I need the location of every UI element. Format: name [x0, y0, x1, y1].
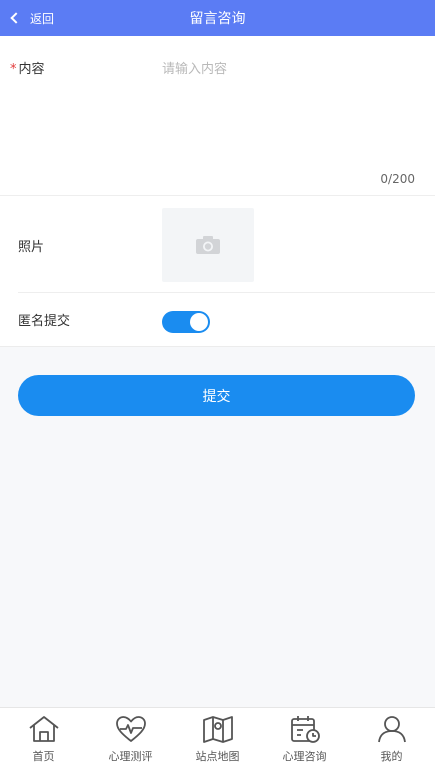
calendar-clock-icon: [288, 714, 322, 744]
tab-counseling[interactable]: 心理咨询: [261, 708, 348, 770]
tab-assessment[interactable]: 心理测评: [87, 708, 174, 770]
chevron-left-icon: [10, 12, 22, 24]
tab-label: 首页: [32, 750, 55, 763]
bottom-tab-bar: 首页 心理测评 站点地图 心理咨询 我的: [0, 707, 435, 770]
anonymous-row: 匿名提交: [0, 292, 435, 346]
anonymous-label: 匿名提交: [18, 314, 71, 329]
map-icon: [201, 714, 235, 744]
anonymous-toggle[interactable]: [162, 311, 210, 333]
form-panel: *内容 0/200 照片 匿名提交: [0, 36, 435, 346]
tab-label: 心理咨询: [282, 750, 327, 763]
content-textarea[interactable]: [160, 56, 420, 161]
photo-row: 照片: [0, 196, 435, 292]
tab-label: 站点地图: [195, 750, 240, 763]
content-row: *内容 0/200: [0, 36, 435, 196]
heart-pulse-icon: [114, 714, 148, 744]
tab-label: 我的: [380, 750, 403, 763]
content-label: 内容: [18, 62, 45, 77]
top-nav-bar: 返回 留言咨询: [0, 0, 435, 36]
tab-label: 心理测评: [108, 750, 153, 763]
back-label: 返回: [30, 11, 55, 26]
submit-button[interactable]: 提交: [18, 375, 415, 416]
tab-site-map[interactable]: 站点地图: [174, 708, 261, 770]
camera-icon: [196, 236, 220, 254]
home-icon: [27, 714, 61, 744]
page: 返回 留言咨询 *内容 0/200 照片 匿名提: [0, 0, 435, 770]
content-label-wrap: * 内容: [10, 58, 45, 77]
user-icon: [375, 714, 409, 744]
required-mark: *: [10, 62, 17, 77]
divider: [0, 346, 435, 347]
char-counter: 0/200: [380, 172, 415, 186]
toggle-knob: [190, 313, 208, 331]
photo-label: 照片: [18, 240, 45, 255]
page-title: 留言咨询: [189, 11, 246, 27]
tab-mine[interactable]: 我的: [348, 708, 435, 770]
photo-upload-button[interactable]: [162, 208, 254, 282]
back-button[interactable]: 返回: [10, 0, 55, 36]
tab-home[interactable]: 首页: [0, 708, 87, 770]
